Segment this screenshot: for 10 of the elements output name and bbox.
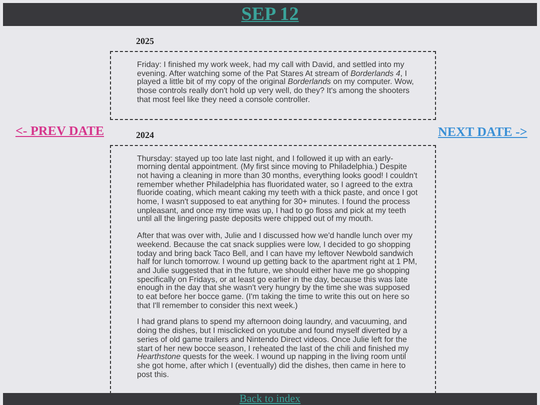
entry-paragraph: After that was over with, Julie and I discussed how we'd handle lunch over my weekend. Because the cat snack supplies were low, I decided to go shopping today and bring back Taco Bell, and I can have my leftover Newbold sandwich half for lunch tomorrow. I wound up getting back to the apartment right at 1 PM, and Julie suggested that in the future, we should either have me go shopping specifically on Fridays, or at least go earlier in the day, because this was late enough in the day that she wasn't very hungry by the time she was supposed to eat before her bocce game. (I'm taking the time to write this out on here so that I'll remember to consider this next week.)	[137, 232, 418, 310]
entry-paragraph: Friday: I finished my work week, had my call with David, and settled into my evening. After watching some of the Pat Stares At stream of Borderlands 4, I played a little bit of my copy of the original Borderlands on my computer. Wow, those controls really don't hold up very well, do they? It's among the shooters that most feel like they need a console controller.	[137, 61, 415, 105]
next-date-link[interactable]: NEXT DATE ->	[438, 124, 528, 139]
prev-date-link[interactable]: <- PREV DATE	[15, 123, 104, 394]
entry-paragraph: I had grand plans to spend my afternoon doing laundry, and vacuuming, and doing the dishes, but I misclicked on youtube and found myself diverted by a series of old game trailers and Nintendo Direct videos. Once Julie left for the start of her new bocce season, I reheated the last of the chili and finished my Hearthstone quests for the week. I wound up napping in the living room until she got home, after which I (eventually) did the dishes, then came in here to post this.	[137, 318, 410, 380]
entry-paragraph: Thursday: stayed up too late last night, and I followed it up with an early-morning dental appointment. (My first since moving to Philadelphia.) Despite not having a cleaning in more than 30 months, everything looks good! I couldn't remember whether Philadelphia has fluoridated water, so I agreed to the extra fluoride coating, which meant caking my teeth with a thick paste, and once I got home, I wasn't supposed to eat anything for 30+ minutes. I found the process unpleasant, and once my time was up, I had to go floss and pick at my teeth until all the lingering paste deposits were chipped out of my mouth.	[137, 154, 418, 224]
back-to-index-link[interactable]: Back to index	[239, 393, 301, 405]
year-heading: 2024	[136, 130, 155, 141]
year-heading: 2025	[136, 36, 155, 47]
date-title[interactable]: SEP 12	[241, 4, 299, 26]
